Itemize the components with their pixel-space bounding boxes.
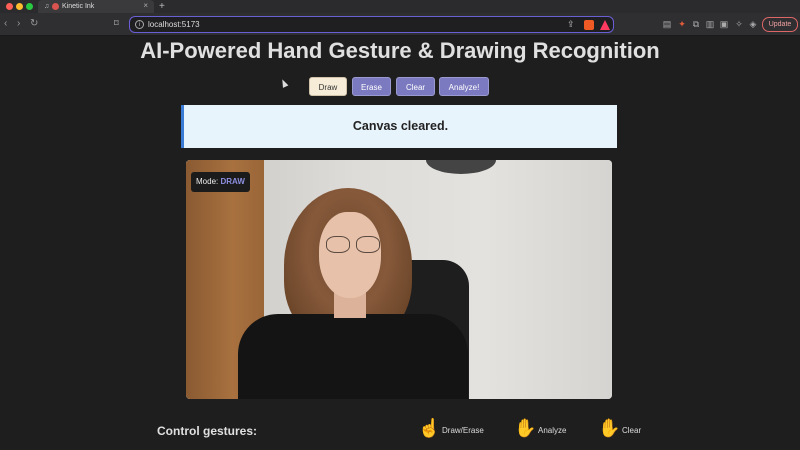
- leo-ai-icon[interactable]: ✧: [734, 19, 744, 29]
- reload-icon[interactable]: ↻: [30, 18, 38, 30]
- webcam-canvas[interactable]: Mode: DRAW: [186, 160, 612, 399]
- tab-favicon-icon: ♫: [44, 3, 50, 10]
- erase-button[interactable]: Erase: [352, 77, 391, 96]
- vpn-icon[interactable]: ◈: [748, 19, 758, 29]
- url-text[interactable]: localhost:5173: [148, 20, 200, 30]
- update-button[interactable]: Update: [762, 17, 798, 32]
- forward-icon[interactable]: ›: [17, 18, 20, 30]
- share-icon[interactable]: ⇪: [567, 19, 575, 30]
- reader-mode-icon[interactable]: ▤: [662, 19, 672, 29]
- rewards-icon[interactable]: [600, 20, 610, 30]
- close-window-icon[interactable]: [6, 3, 13, 10]
- extension-icon[interactable]: ✦: [677, 19, 687, 29]
- open-hand-icon: ✋: [514, 418, 537, 438]
- new-tab-icon[interactable]: +: [159, 0, 165, 13]
- tab-title: Kinetic Ink: [62, 3, 95, 10]
- mode-label: Mode:: [196, 177, 219, 186]
- gestures-heading: Control gestures:: [157, 424, 258, 438]
- site-info-icon[interactable]: i: [135, 20, 144, 29]
- tab-close-icon[interactable]: ×: [143, 1, 148, 10]
- mouse-cursor-icon: [279, 78, 289, 88]
- address-bar[interactable]: i localhost:5173 ⇪: [129, 16, 614, 33]
- browser-tab[interactable]: ♫ Kinetic Ink ×: [38, 0, 154, 13]
- tab-audio-icon[interactable]: [52, 3, 59, 10]
- analyze-button[interactable]: Analyze!: [439, 77, 489, 96]
- video-person-shirt: [238, 314, 468, 399]
- page-title: AI-Powered Hand Gesture & Drawing Recogn…: [140, 38, 660, 63]
- status-message: Canvas cleared.: [181, 105, 617, 148]
- mode-value: DRAW: [220, 177, 245, 186]
- brave-shield-icon[interactable]: [584, 20, 594, 30]
- gesture-label-analyze: Analyze: [538, 426, 567, 435]
- video-person-face: [319, 212, 381, 298]
- clear-button[interactable]: Clear: [396, 77, 435, 96]
- browser-toolbar: ‹ › ↻ ⌑ i localhost:5173 ⇪ ▤ ✦ ⧉ ▥ ▣ ✧ ◈…: [0, 13, 800, 36]
- back-icon[interactable]: ‹: [4, 18, 7, 30]
- sidebar-icon[interactable]: ▥: [705, 19, 715, 29]
- minimize-window-icon[interactable]: [16, 3, 23, 10]
- browser-tab-bar: ♫ Kinetic Ink × +: [0, 0, 800, 13]
- extensions-icon[interactable]: ⧉: [691, 19, 701, 29]
- wallet-icon[interactable]: ▣: [719, 19, 729, 29]
- bookmark-icon[interactable]: ⌑: [114, 18, 119, 29]
- video-person-glasses: [326, 236, 388, 254]
- pointing-hand-icon: ☝: [418, 418, 441, 438]
- draw-button[interactable]: Draw: [309, 77, 347, 96]
- raised-palm-icon: ✋: [598, 418, 621, 438]
- gesture-label-clear: Clear: [622, 426, 642, 435]
- gesture-label-draw-erase: Draw/Erase: [442, 426, 484, 435]
- mode-indicator: Mode: DRAW: [191, 172, 250, 192]
- maximize-window-icon[interactable]: [26, 3, 33, 10]
